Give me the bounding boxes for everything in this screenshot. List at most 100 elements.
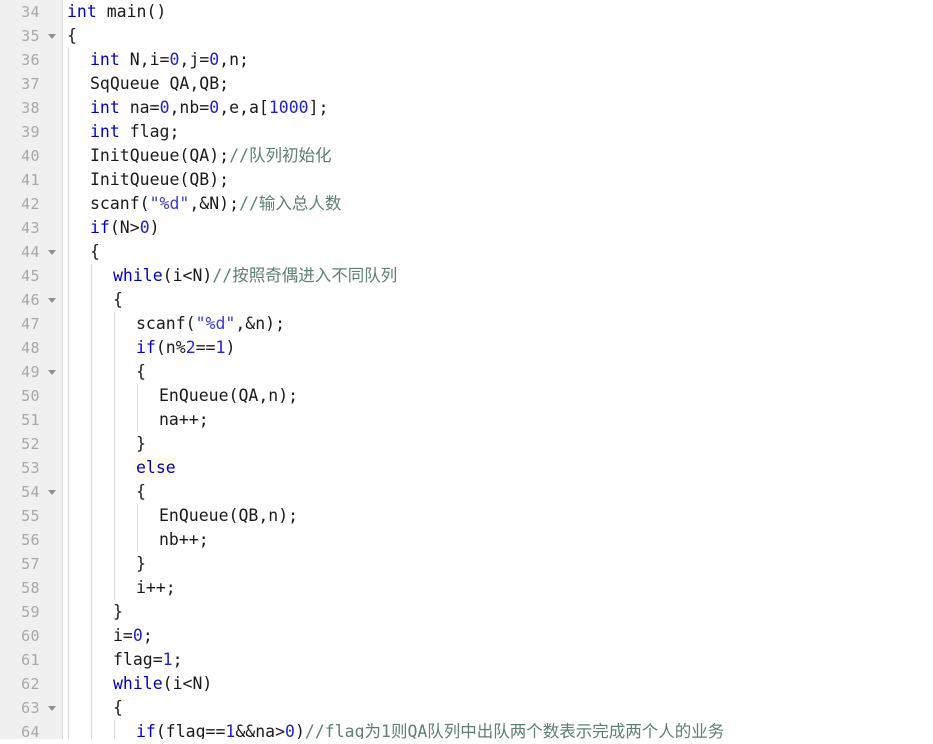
code-line-text: while(i<N)	[67, 674, 212, 693]
code-token-plain: ,&N);	[189, 194, 240, 213]
line-number[interactable]: 55	[0, 504, 62, 528]
code-token-plain: scanf(	[90, 194, 150, 213]
code-line[interactable]: {	[63, 24, 933, 48]
line-number-label: 39	[21, 123, 40, 141]
fold-collapse-icon[interactable]	[48, 250, 56, 255]
line-number[interactable]: 44	[0, 240, 62, 264]
code-line-text: {	[67, 242, 100, 261]
fold-collapse-icon[interactable]	[48, 298, 56, 303]
code-line[interactable]: }	[63, 600, 933, 624]
fold-collapse-icon[interactable]	[48, 706, 56, 711]
code-token-plain: SqQueue QA,QB;	[90, 74, 230, 93]
code-line[interactable]: {	[63, 480, 933, 504]
code-token-str: "%d"	[149, 194, 190, 213]
code-line-text: na++;	[67, 410, 209, 429]
code-line[interactable]: i++;	[63, 576, 933, 600]
code-line[interactable]: InitQueue(QA);//队列初始化	[63, 144, 933, 168]
code-token-plain: {	[113, 290, 123, 309]
code-line[interactable]: while(i<N)	[63, 672, 933, 696]
line-number[interactable]: 60	[0, 624, 62, 648]
line-number[interactable]: 38	[0, 96, 62, 120]
code-line[interactable]: {	[63, 240, 933, 264]
code-token-plain: (flag==	[155, 722, 226, 739]
code-line[interactable]: while(i<N)//按照奇偶进入不同队列	[63, 264, 933, 288]
code-token-plain: }	[136, 434, 146, 453]
line-number-label: 58	[21, 579, 40, 597]
line-number[interactable]: 39	[0, 120, 62, 144]
line-number[interactable]: 45	[0, 264, 62, 288]
code-token-kw: int	[90, 122, 120, 141]
line-number[interactable]: 41	[0, 168, 62, 192]
line-number-gutter[interactable]: 34 35 36 37 38 39 40 41 42 43 44 45 46 47 48 49 50 51 52 53…	[0, 0, 63, 741]
line-number[interactable]: 61	[0, 648, 62, 672]
code-line[interactable]: InitQueue(QB);	[63, 168, 933, 192]
code-token-kw: while	[113, 674, 163, 693]
line-number[interactable]: 59	[0, 600, 62, 624]
code-line[interactable]: scanf("%d",&n);	[63, 312, 933, 336]
code-line[interactable]: scanf("%d",&N);//输入总人数	[63, 192, 933, 216]
line-number[interactable]: 35	[0, 24, 62, 48]
line-number[interactable]: 40	[0, 144, 62, 168]
line-number[interactable]: 58	[0, 576, 62, 600]
code-line[interactable]: na++;	[63, 408, 933, 432]
code-editor[interactable]: 34 35 36 37 38 39 40 41 42 43 44 45 46 47 48 49 50 51 52 53…	[0, 0, 933, 741]
code-line[interactable]: else	[63, 456, 933, 480]
code-line[interactable]: int main()	[63, 0, 933, 24]
code-line[interactable]: EnQueue(QA,n);	[63, 384, 933, 408]
code-line[interactable]: }	[63, 432, 933, 456]
code-line[interactable]: SqQueue QA,QB;	[63, 72, 933, 96]
line-number[interactable]: 54	[0, 480, 62, 504]
line-number[interactable]: 57	[0, 552, 62, 576]
line-number[interactable]: 50	[0, 384, 62, 408]
line-number[interactable]: 43	[0, 216, 62, 240]
line-number[interactable]: 48	[0, 336, 62, 360]
line-number-label: 54	[21, 483, 40, 501]
code-line[interactable]: if(flag==1&&na>0)//flag为1则QA队列中出队两个数表示完成…	[63, 720, 933, 739]
fold-collapse-icon[interactable]	[48, 34, 56, 39]
line-number[interactable]: 53	[0, 456, 62, 480]
code-line[interactable]: {	[63, 288, 933, 312]
line-number[interactable]: 34	[0, 0, 62, 24]
line-number[interactable]: 42	[0, 192, 62, 216]
line-number[interactable]: 49	[0, 360, 62, 384]
code-content-area[interactable]: int main() { int N,i=0,j=0,n; SqQueue QA,QB…	[63, 0, 933, 739]
line-number[interactable]: 64	[0, 720, 62, 744]
code-line[interactable]: }	[63, 552, 933, 576]
code-line[interactable]: flag=1;	[63, 648, 933, 672]
code-line[interactable]: int N,i=0,j=0,n;	[63, 48, 933, 72]
fold-collapse-icon[interactable]	[48, 490, 56, 495]
line-number[interactable]: 62	[0, 672, 62, 696]
line-number[interactable]: 51	[0, 408, 62, 432]
line-number[interactable]: 52	[0, 432, 62, 456]
code-token-num: 0	[132, 626, 143, 645]
code-line-text: if(N>0)	[67, 218, 160, 237]
code-token-plain: na++;	[159, 410, 209, 429]
code-line[interactable]: {	[63, 696, 933, 720]
line-number[interactable]: 36	[0, 48, 62, 72]
fold-collapse-icon[interactable]	[48, 370, 56, 375]
code-line[interactable]: int na=0,nb=0,e,a[1000];	[63, 96, 933, 120]
code-line[interactable]: i=0;	[63, 624, 933, 648]
line-number[interactable]: 56	[0, 528, 62, 552]
code-line-text: scanf("%d",&n);	[67, 314, 285, 333]
line-number[interactable]: 63	[0, 696, 62, 720]
code-token-plain: {	[136, 362, 146, 381]
code-line-text: InitQueue(QA);//队列初始化	[67, 146, 331, 165]
code-token-kw: int	[90, 98, 120, 117]
code-line[interactable]: if(N>0)	[63, 216, 933, 240]
code-line[interactable]: nb++;	[63, 528, 933, 552]
code-token-plain: flag=	[113, 650, 163, 669]
code-token-plain: &&na>	[235, 722, 286, 739]
code-token-num: 0	[169, 50, 180, 69]
code-line-text: {	[67, 26, 77, 45]
code-line[interactable]: if(n%2==1)	[63, 336, 933, 360]
line-number[interactable]: 47	[0, 312, 62, 336]
line-number[interactable]: 46	[0, 288, 62, 312]
code-token-plain: EnQueue(QB,n);	[159, 506, 299, 525]
code-token-plain: ,j=	[179, 50, 210, 69]
code-token-plain: na=	[119, 98, 160, 117]
code-line[interactable]: {	[63, 360, 933, 384]
code-line[interactable]: EnQueue(QB,n);	[63, 504, 933, 528]
line-number[interactable]: 37	[0, 72, 62, 96]
code-line[interactable]: int flag;	[63, 120, 933, 144]
